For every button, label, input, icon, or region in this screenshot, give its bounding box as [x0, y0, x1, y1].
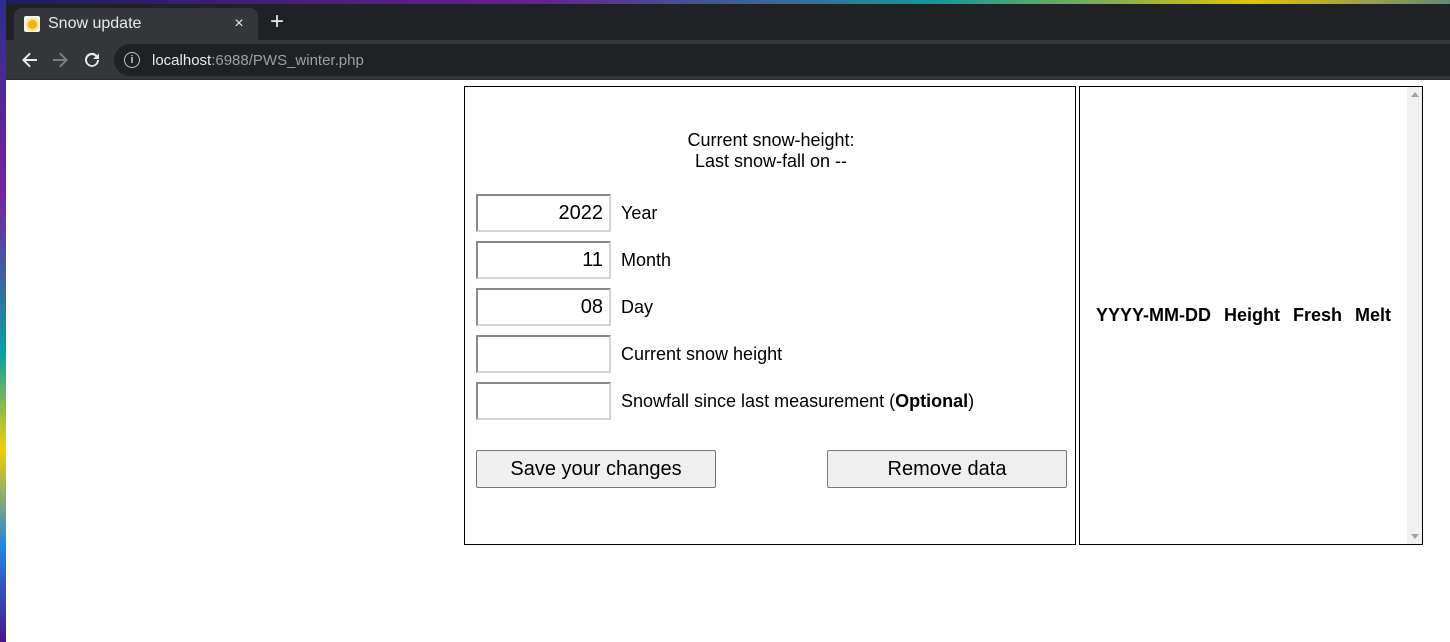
tab-title: Snow update: [48, 15, 142, 32]
scrollbar[interactable]: [1407, 87, 1422, 544]
day-label: Day: [621, 296, 654, 317]
year-label: Year: [621, 202, 658, 223]
scroll-up-icon[interactable]: [1411, 92, 1419, 97]
month-input[interactable]: [476, 241, 611, 279]
url-text: localhost:6988/PWS_winter.php: [152, 51, 364, 69]
current-snow-height-label: Current snow-height:: [687, 130, 855, 150]
back-arrow-icon[interactable]: [18, 48, 42, 72]
snow-height-label: Current snow height: [621, 343, 783, 364]
column-header-melt: Melt: [1355, 305, 1392, 325]
snowfall-row: Snowfall since last measurement (Optiona…: [476, 382, 974, 420]
scroll-down-icon[interactable]: [1411, 534, 1419, 539]
last-snowfall-label: Last snow-fall on --: [694, 151, 848, 171]
snow-status-heading: Current snow-height: Last snow-fall on -…: [465, 130, 1077, 172]
forward-arrow-icon[interactable]: [48, 48, 72, 72]
column-header-date: YYYY-MM-DD: [1096, 305, 1212, 325]
history-table-header: YYYY-MM-DD Height Fresh Melt: [1096, 305, 1404, 326]
snow-form-panel: Current snow-height: Last snow-fall on -…: [464, 86, 1076, 545]
month-row: Month: [476, 241, 671, 279]
tab-strip: Snow update × +: [6, 4, 1450, 40]
remove-data-button[interactable]: Remove data: [827, 450, 1067, 488]
month-label: Month: [621, 249, 672, 270]
optional-label: Optional: [895, 390, 969, 411]
day-input[interactable]: [476, 288, 611, 326]
column-header-fresh: Fresh: [1293, 305, 1343, 325]
close-tab-icon[interactable]: ×: [230, 15, 248, 33]
snow-height-input[interactable]: [476, 335, 611, 373]
save-button[interactable]: Save your changes: [476, 450, 716, 488]
day-row: Day: [476, 288, 653, 326]
address-bar[interactable]: i localhost:6988/PWS_winter.php: [114, 44, 1450, 76]
reload-icon[interactable]: [80, 48, 104, 72]
year-input[interactable]: [476, 194, 611, 232]
snowfall-label: Snowfall since last measurement (Optiona…: [621, 390, 975, 411]
new-tab-icon[interactable]: +: [264, 10, 290, 36]
year-row: Year: [476, 194, 657, 232]
sun-favicon-icon: [24, 16, 40, 32]
column-header-height: Height: [1224, 305, 1281, 325]
info-icon[interactable]: i: [124, 52, 140, 68]
browser-window: Snow update × + i localhost:6988/PWS_win…: [6, 4, 1450, 642]
tab-snow-update[interactable]: Snow update ×: [14, 8, 258, 40]
history-frame: YYYY-MM-DD Height Fresh Melt: [1079, 86, 1423, 545]
snow-height-row: Current snow height: [476, 335, 782, 373]
page-content: Current snow-height: Last snow-fall on -…: [6, 80, 1450, 642]
browser-toolbar: i localhost:6988/PWS_winter.php: [6, 40, 1450, 80]
snowfall-input[interactable]: [476, 382, 611, 420]
